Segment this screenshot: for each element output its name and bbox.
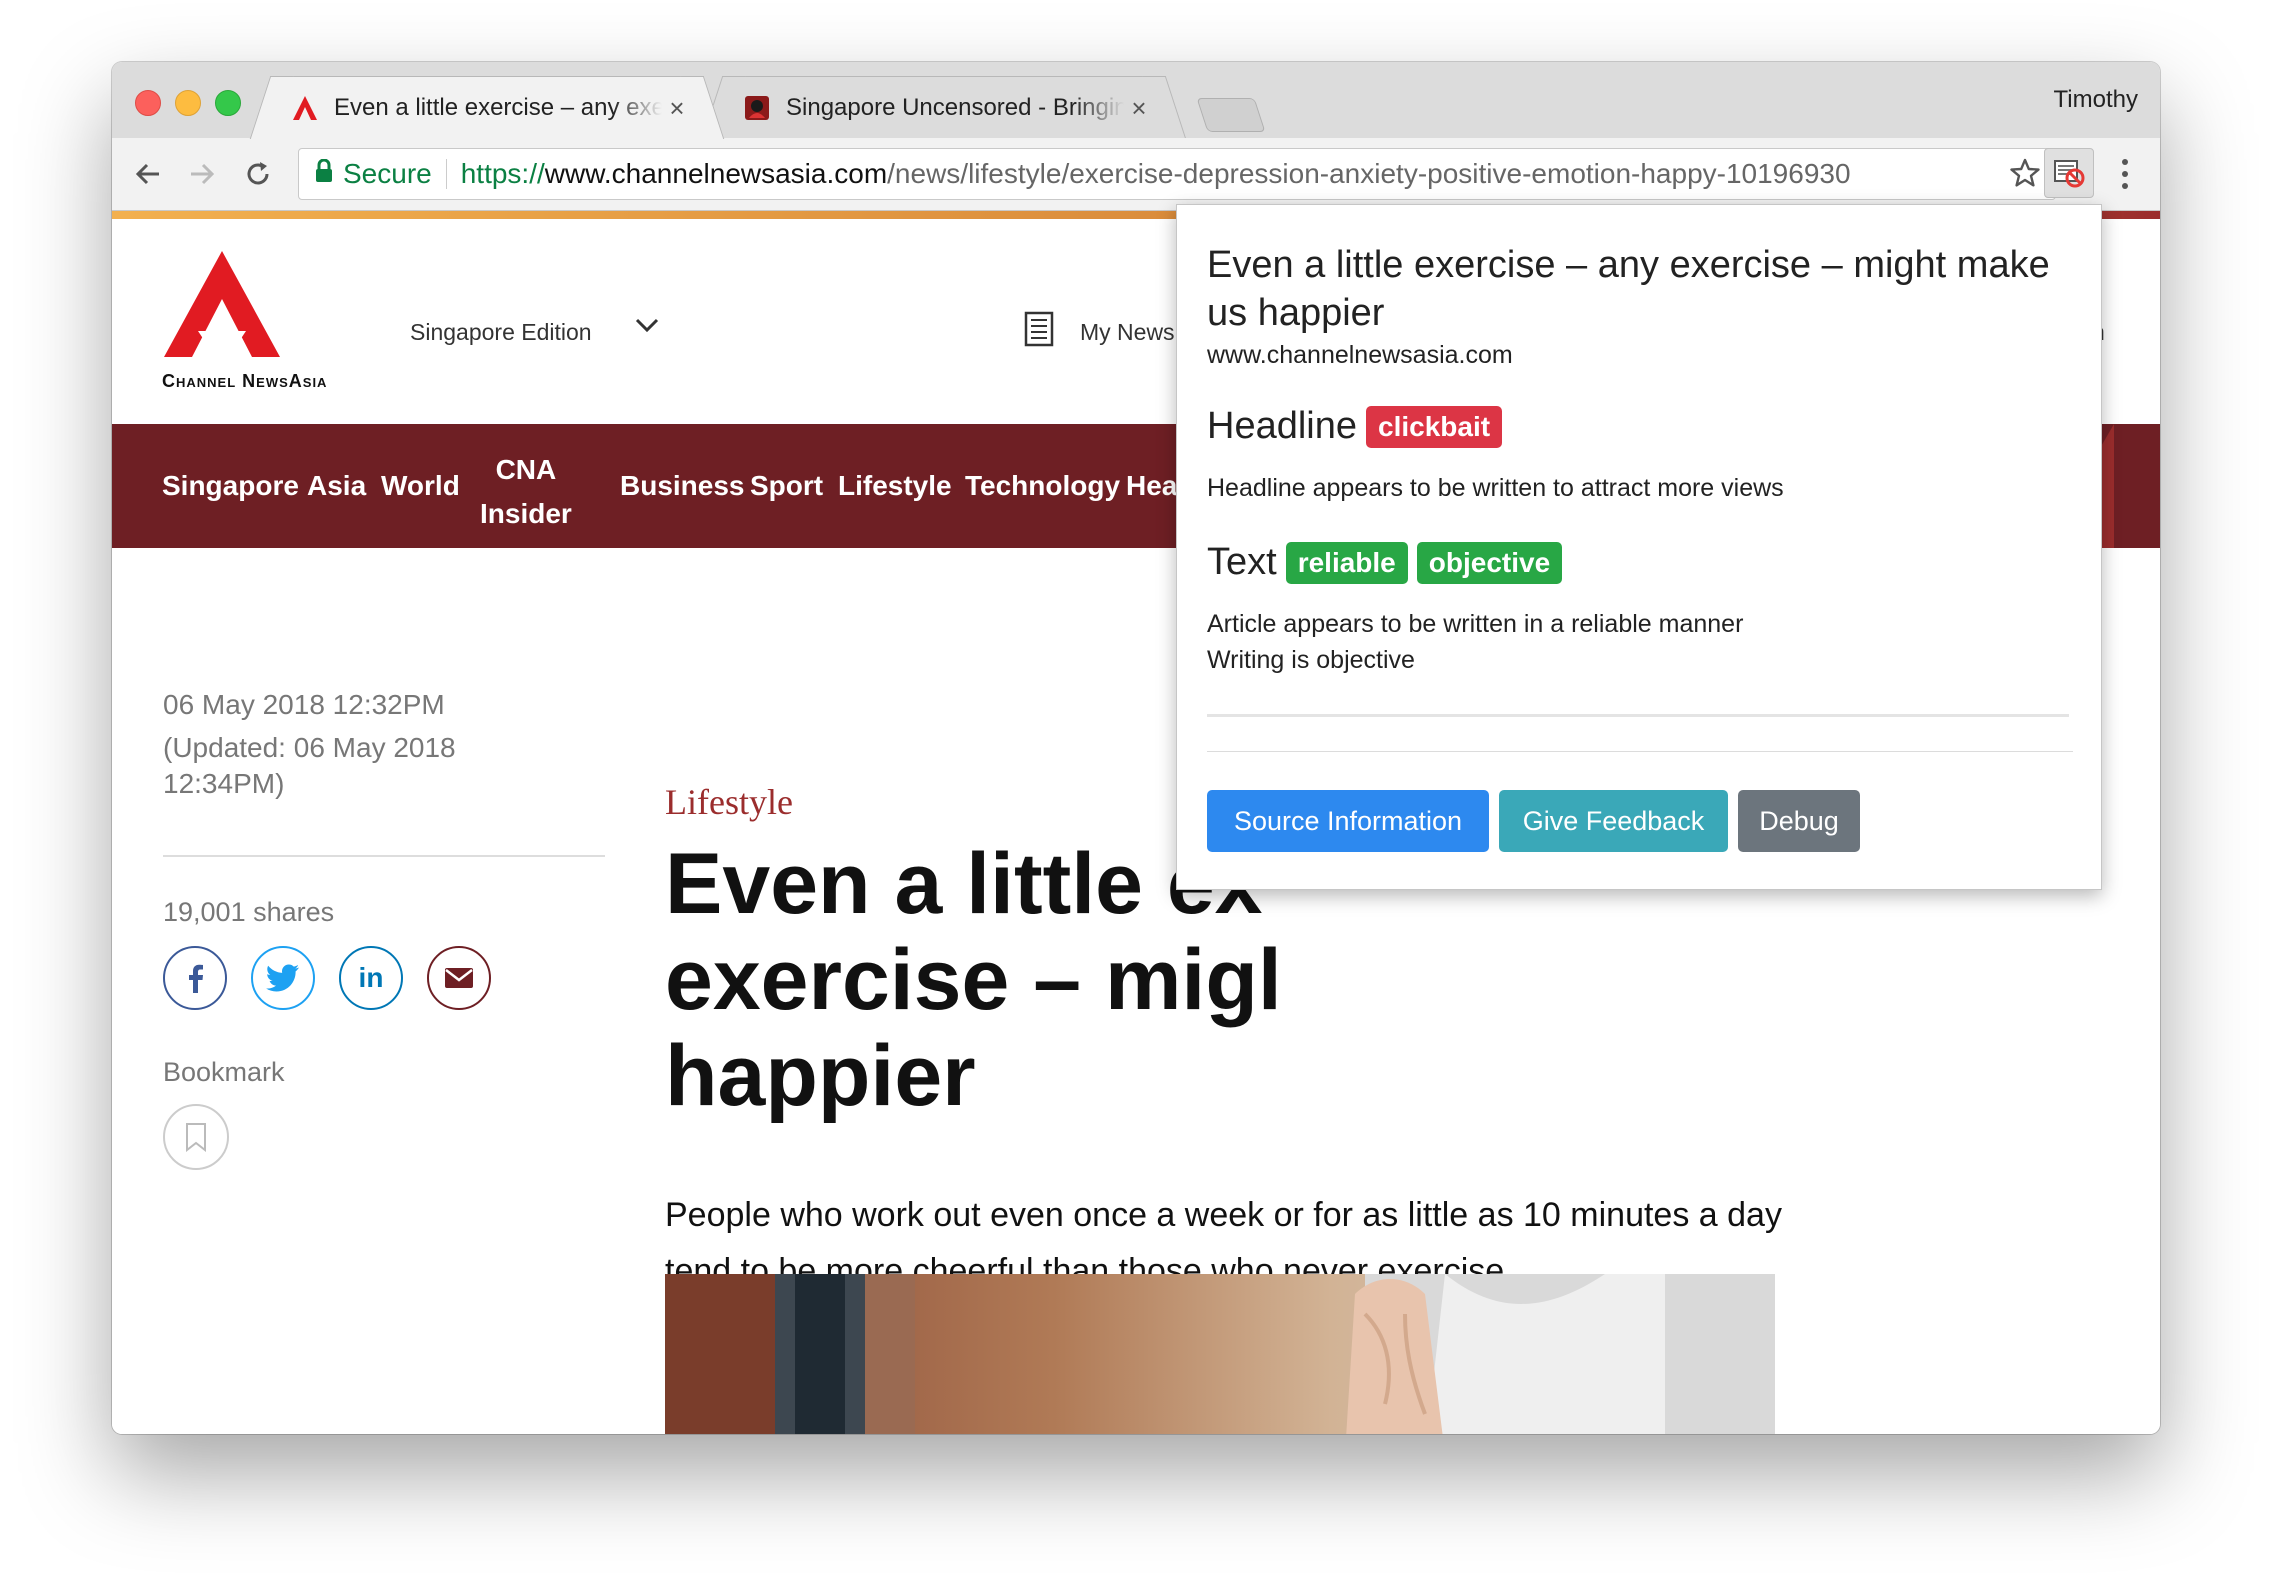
article-updated-line2: 12:34PM) <box>163 768 285 799</box>
popup-divider <box>1207 714 2069 717</box>
browser-window: Even a little exercise – any exercise – … <box>112 62 2160 1434</box>
popup-source-host: www.channelnewsasia.com <box>1207 341 1513 369</box>
url-scheme: https:// <box>460 158 545 189</box>
nav-label-line1: CNA <box>495 454 557 485</box>
nav-item-business[interactable]: Business <box>620 470 745 502</box>
text-note-reliable: Article appears to be written in a relia… <box>1207 610 1744 638</box>
nav-item-singapore[interactable]: Singapore <box>162 470 299 502</box>
headline-section-heading: Headline clickbait <box>1207 405 1503 448</box>
objective-badge: objective <box>1416 541 1563 584</box>
profile-name[interactable]: Timothy <box>2054 86 2138 114</box>
back-arrow-icon[interactable] <box>126 152 170 196</box>
minimize-window-button[interactable] <box>175 90 201 116</box>
headline-heading-label: Headline <box>1207 405 1357 447</box>
extension-icon[interactable] <box>2044 148 2094 198</box>
article-hero-image <box>665 1274 1775 1434</box>
article-category[interactable]: Lifestyle <box>665 781 793 823</box>
nav-item-technology[interactable]: Technology <box>965 470 1120 502</box>
facebook-icon[interactable] <box>163 946 227 1010</box>
nav-item-health[interactable]: Hea <box>1126 470 1177 502</box>
nav-item-asia[interactable]: Asia <box>307 470 366 502</box>
newspaper-icon[interactable] <box>1024 311 1054 352</box>
reload-icon[interactable] <box>236 152 280 196</box>
tab-title: Even a little exercise – any exercise – … <box>334 94 662 121</box>
linkedin-icon[interactable]: in <box>339 946 403 1010</box>
tab-close-icon[interactable]: × <box>662 93 692 124</box>
extension-popup: Even a little exercise – any exercise – … <box>1176 204 2102 890</box>
edition-selector[interactable]: Singapore Edition <box>410 319 592 346</box>
nav-item-sport[interactable]: Sport <box>750 470 823 502</box>
address-bar[interactable]: Secure https://www.channelnewsasia.com/n… <box>298 148 2056 200</box>
logo-text: Channel NewsAsia <box>162 371 328 391</box>
lock-icon <box>315 158 333 190</box>
tab-title: Singapore Uncensored - Bringing you the … <box>786 94 1124 121</box>
nav-item-lifestyle[interactable]: Lifestyle <box>838 470 952 502</box>
text-section-heading: Text reliable objective <box>1207 541 1563 584</box>
menu-icon[interactable] <box>2110 152 2140 196</box>
bookmark-label: Bookmark <box>163 1057 285 1087</box>
text-heading-label: Text <box>1207 541 1277 583</box>
meta-divider <box>163 855 605 857</box>
secure-label: Secure <box>343 158 432 189</box>
text-note-objective: Writing is objective <box>1207 646 1415 674</box>
twitter-icon[interactable] <box>251 946 315 1010</box>
nav-label-line2: Insider <box>480 498 572 529</box>
tab-close-icon[interactable]: × <box>1124 93 1154 124</box>
star-icon[interactable] <box>2009 157 2041 196</box>
popup-divider <box>1207 751 2073 752</box>
headline-line2: exercise – migl <box>665 932 1282 1028</box>
url-host: www.channelnewsasia.com <box>544 158 888 189</box>
article-updated-line1: (Updated: 06 May 2018 <box>163 732 456 763</box>
chevron-down-icon[interactable] <box>634 315 660 340</box>
tab-article[interactable]: Even a little exercise – any exercise – … <box>272 76 702 139</box>
close-window-button[interactable] <box>135 90 161 116</box>
url-path: /news/lifestyle/exercise-depression-anxi… <box>887 158 1851 189</box>
address-separator <box>445 159 447 189</box>
debug-button[interactable]: Debug <box>1738 790 1860 852</box>
reliable-badge: reliable <box>1285 541 1408 584</box>
site-favicon-icon <box>742 93 772 123</box>
tab-singapore-uncensored[interactable]: Singapore Uncensored - Bringing you the … <box>724 76 1164 139</box>
give-feedback-button[interactable]: Give Feedback <box>1499 790 1728 852</box>
share-count: 19,001 shares <box>163 897 335 927</box>
tab-strip: Even a little exercise – any exercise – … <box>112 62 2160 139</box>
cna-logo[interactable] <box>162 249 362 364</box>
nav-item-world[interactable]: World <box>381 470 460 502</box>
forward-arrow-icon[interactable] <box>180 152 224 196</box>
new-tab-button[interactable] <box>1196 98 1266 132</box>
browser-toolbar: Secure https://www.channelnewsasia.com/n… <box>112 138 2160 211</box>
headline-note: Headline appears to be written to attrac… <box>1207 474 1784 502</box>
cna-favicon-icon <box>290 93 320 123</box>
nav-item-cna-insider[interactable]: CNA Insider <box>480 448 572 536</box>
bookmark-icon[interactable] <box>163 1104 229 1170</box>
maximize-window-button[interactable] <box>215 90 241 116</box>
email-icon[interactable] <box>427 946 491 1010</box>
headline-line3: happier <box>665 1028 976 1124</box>
my-news-link[interactable]: My News <box>1080 319 1175 346</box>
clickbait-badge: clickbait <box>1366 405 1503 448</box>
popup-article-title: Even a little exercise – any exercise – … <box>1207 244 2050 334</box>
source-information-button[interactable]: Source Information <box>1207 790 1489 852</box>
article-date: 06 May 2018 12:32PM <box>163 689 445 720</box>
